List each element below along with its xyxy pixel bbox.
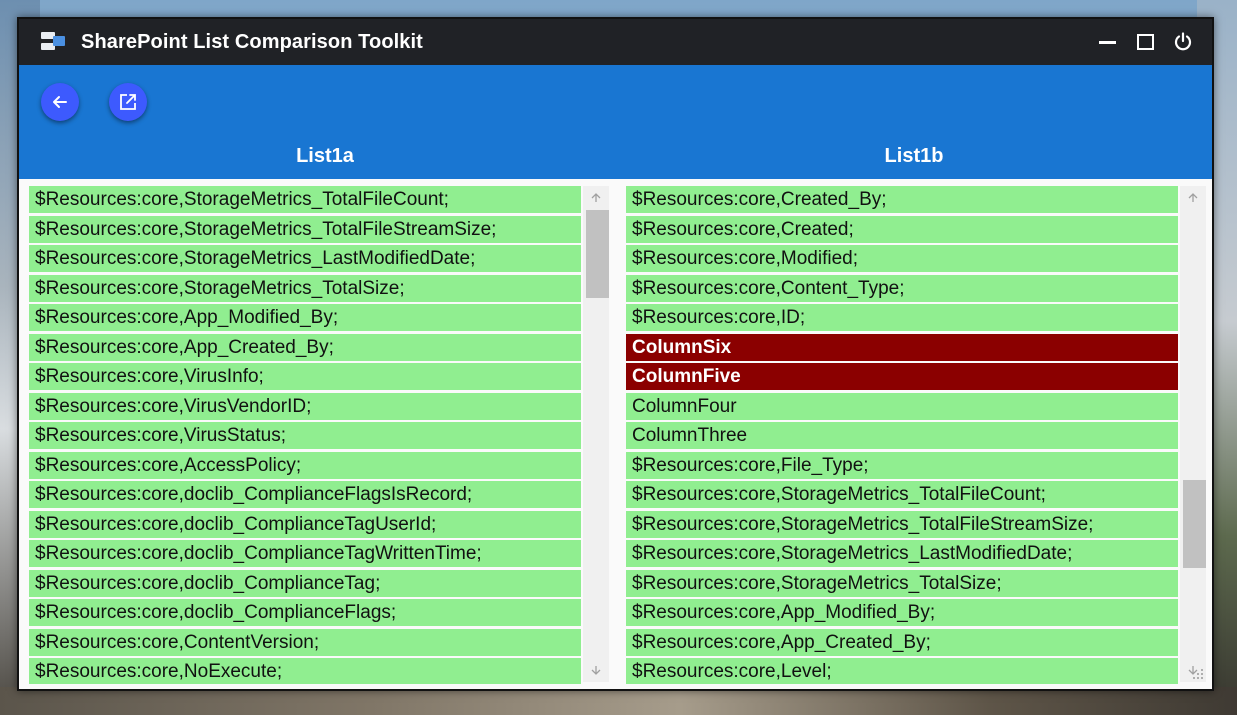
list-item[interactable]: $Resources:core,StorageMetrics_TotalSize… [29,274,581,302]
scroll-down-arrow-icon[interactable] [583,658,609,682]
list-item[interactable]: ColumnThree [626,422,1178,449]
list-item[interactable]: $Resources:core,File_Type; [626,451,1178,479]
resize-grip-icon[interactable] [1192,668,1204,680]
list-item[interactable]: $Resources:core,AccessPolicy; [29,451,581,479]
power-icon [1174,32,1192,51]
list1a-panel[interactable]: $Resources:core,StorageMetrics_TotalFile… [29,186,581,684]
list-item[interactable]: $Resources:core,StorageMetrics_TotalFile… [29,215,581,243]
scrollbar-thumb[interactable] [1183,480,1206,568]
power-button[interactable] [1164,19,1202,65]
minimize-icon [1098,40,1116,44]
open-external-button[interactable] [109,83,147,121]
list1b-items: $Resources:core,Created_By; $Resources:co… [626,186,1178,684]
list-item[interactable]: $Resources:core,StorageMetrics_TotalFile… [29,186,581,213]
list-item[interactable]: $Resources:core,ContentVersion; [29,628,581,656]
list1b-header: List1b [884,145,944,167]
list-item[interactable]: $Resources:core,App_Created_By; [626,628,1178,656]
list-item[interactable]: $Resources:core,App_Modified_By; [626,599,1178,626]
scrollbar-thumb[interactable] [586,210,609,298]
list-item[interactable]: $Resources:core,App_Created_By; [29,333,581,361]
list1a-items: $Resources:core,StorageMetrics_TotalFile… [29,186,581,684]
toolbar: List1a List1b [19,65,1212,179]
list-item[interactable]: $Resources:core,Level; [626,658,1178,684]
list-item[interactable]: $Resources:core,VirusInfo; [29,363,581,390]
back-button[interactable] [41,83,79,121]
list-item[interactable]: $Resources:core,Content_Type; [626,274,1178,302]
back-arrow-icon [53,96,67,108]
list-item[interactable]: $Resources:core,doclib_ComplianceFlags; [29,599,581,626]
list1b-scrollbar[interactable] [1180,186,1206,682]
list1b-panel[interactable]: $Resources:core,Created_By; $Resources:co… [626,186,1178,684]
list-item[interactable]: $Resources:core,StorageMetrics_LastModif… [29,245,581,272]
list-item[interactable]: $Resources:core,App_Modified_By; [29,304,581,331]
scroll-up-arrow-icon[interactable] [583,186,609,210]
list-item[interactable]: $Resources:core,Created; [626,215,1178,243]
maximize-icon [1136,34,1154,50]
list-item[interactable]: $Resources:core,doclib_ComplianceTag; [29,569,581,597]
open-external-icon [120,94,136,110]
list-item[interactable]: $Resources:core,doclib_ComplianceFlagsIs… [29,481,581,508]
list-item[interactable]: $Resources:core,doclib_ComplianceTagWrit… [29,540,581,567]
window-controls [1088,19,1202,65]
list-item[interactable]: $Resources:core,doclib_ComplianceTagUser… [29,510,581,538]
list-item[interactable]: $Resources:core,StorageMetrics_TotalFile… [626,481,1178,508]
maximize-button[interactable] [1126,19,1164,65]
title-bar[interactable]: SharePoint List Comparison Toolkit [19,19,1212,65]
list-item-diff[interactable]: ColumnSix [626,333,1178,361]
list-item[interactable]: $Resources:core,StorageMetrics_TotalSize… [626,569,1178,597]
list1a-header: List1a [296,145,354,167]
app-window: SharePoint List Comparison Toolkit List1… [17,17,1214,691]
list-item[interactable]: $Resources:core,Modified; [626,245,1178,272]
list-item[interactable]: $Resources:core,StorageMetrics_LastModif… [626,540,1178,567]
list-item[interactable]: $Resources:core,StorageMetrics_TotalFile… [626,510,1178,538]
list-item[interactable]: $Resources:core,ID; [626,304,1178,331]
app-icon [41,30,65,54]
list-item[interactable]: ColumnFour [626,392,1178,420]
list-item[interactable]: $Resources:core,NoExecute; [29,658,581,684]
list-item[interactable]: $Resources:core,VirusVendorID; [29,392,581,420]
scroll-up-arrow-icon[interactable] [1180,186,1206,210]
list-item[interactable]: $Resources:core,VirusStatus; [29,422,581,449]
minimize-button[interactable] [1088,19,1126,65]
list1a-scrollbar[interactable] [583,186,609,682]
window-title: SharePoint List Comparison Toolkit [81,30,423,53]
list-item[interactable]: $Resources:core,Created_By; [626,186,1178,213]
list-item-diff[interactable]: ColumnFive [626,363,1178,390]
desktop-background [0,687,1237,715]
